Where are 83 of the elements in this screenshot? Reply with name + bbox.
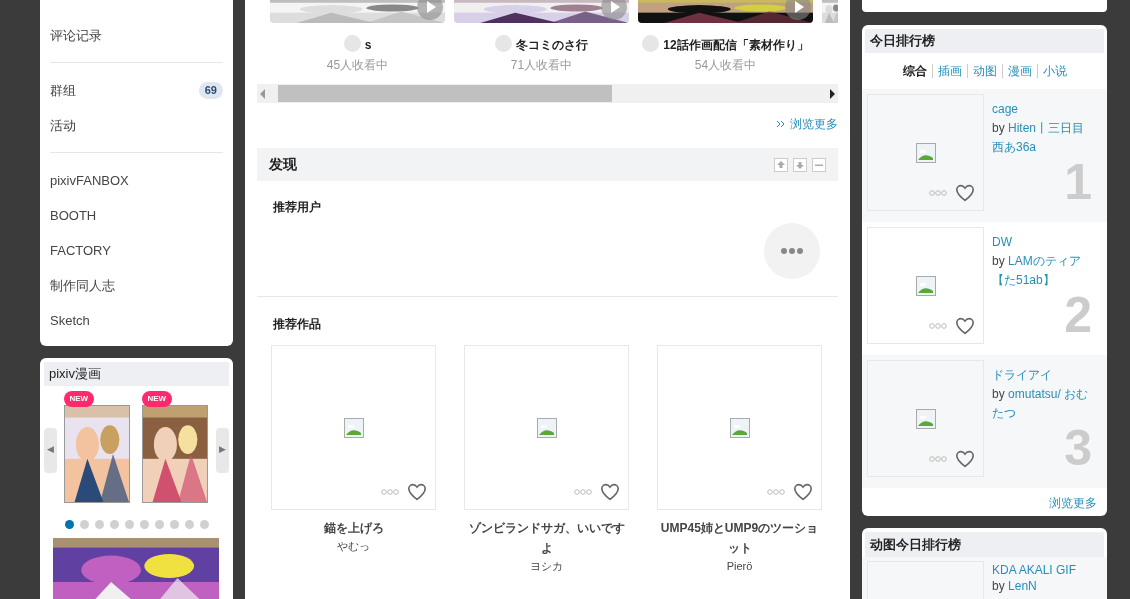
play-icon[interactable] — [785, 0, 811, 20]
broken-image-icon — [915, 142, 936, 163]
new-badge: NEW — [141, 391, 173, 407]
more-icon[interactable] — [929, 189, 947, 197]
sidebar-item[interactable]: FACTORY — [50, 233, 223, 268]
card-header: 动图今日排行榜 — [865, 532, 1104, 557]
ranking-title[interactable]: cage — [992, 100, 1092, 119]
ranking-tab[interactable]: 小说 — [1042, 62, 1067, 80]
more-icon[interactable] — [381, 488, 399, 496]
count-badge: 69 — [198, 82, 223, 99]
scroll-right-icon[interactable] — [830, 88, 835, 99]
heart-icon[interactable] — [793, 483, 813, 501]
author-line: by omutatsu/ おむたつ — [992, 386, 1090, 422]
stream-title[interactable]: s — [364, 35, 372, 55]
heart-icon[interactable] — [955, 450, 975, 468]
sidebar-item[interactable]: Sketch — [50, 303, 223, 338]
more-icon[interactable] — [574, 488, 592, 496]
ranking-tab[interactable]: 插画 — [937, 62, 962, 80]
card-header: pixiv漫画 — [44, 362, 229, 386]
thumbnail[interactable] — [867, 227, 984, 344]
prev-button[interactable]: ◀ — [44, 427, 57, 473]
more-link[interactable]: 浏览更多 — [776, 115, 838, 133]
ranking-title[interactable]: DW — [992, 233, 1092, 252]
ranking-tab[interactable]: 综合 — [902, 62, 927, 80]
double-chevron-icon — [776, 120, 786, 128]
thumbnail[interactable] — [271, 345, 436, 510]
more-icon[interactable] — [929, 322, 947, 330]
new-badge: NEW — [63, 391, 95, 407]
section-title: 发现 — [269, 155, 297, 174]
scroll-left-icon[interactable] — [260, 88, 265, 99]
thumbnail[interactable] — [867, 360, 984, 477]
sidebar-item[interactable]: BOOTH — [50, 198, 223, 233]
move-up-icon[interactable] — [774, 157, 788, 172]
ranking-title[interactable]: KDA AKALI GIF — [992, 562, 1077, 578]
ranking-tab[interactable]: 动图 — [972, 62, 997, 80]
more-icon[interactable] — [767, 488, 785, 496]
avatar — [343, 35, 361, 52]
broken-image-icon — [729, 417, 750, 438]
subsection-title: 推荐用户 — [273, 199, 322, 216]
sidebar-item[interactable]: 活动 — [50, 108, 223, 143]
work-author[interactable]: Pierö — [726, 558, 753, 574]
scrollbar[interactable] — [257, 84, 838, 103]
heart-icon[interactable] — [407, 483, 427, 501]
viewer-count: 54人收看中 — [694, 57, 757, 74]
next-button[interactable]: ▶ — [216, 427, 229, 473]
work-title[interactable]: UMP45姉とUMP9のツーショット — [657, 518, 822, 558]
viewer-count: 45人收看中 — [326, 57, 389, 74]
viewer-count: 71人收看中 — [510, 57, 573, 74]
work-author[interactable]: やむっ — [337, 538, 370, 554]
sidebar-item[interactable]: 评论记录 — [50, 18, 223, 53]
thumbnail[interactable] — [867, 94, 984, 211]
broken-image-icon — [536, 417, 557, 438]
avatar — [495, 35, 512, 52]
scroll-thumb[interactable] — [278, 85, 612, 102]
work-title[interactable]: 錨を上げろ — [323, 518, 384, 538]
card-header: 今日排行榜 — [865, 29, 1104, 53]
move-down-icon[interactable] — [793, 157, 807, 172]
more-link[interactable]: 浏览更多 — [1049, 494, 1097, 512]
more-button[interactable] — [764, 223, 820, 279]
ranking-title[interactable]: ドライアイ — [992, 366, 1092, 385]
thumbnail[interactable] — [464, 345, 629, 510]
avatar — [642, 35, 660, 52]
work-title[interactable]: ゾンビランドサガ、いいですよ — [464, 518, 629, 558]
author-line: by LenN — [992, 578, 1038, 594]
heart-icon[interactable] — [955, 317, 975, 335]
ranking-tab[interactable]: 漫画 — [1007, 62, 1032, 80]
broken-image-icon — [343, 417, 364, 438]
author-line: by LAMのティア【た51ab】 — [992, 253, 1082, 289]
sidebar-item[interactable]: 制作同人志 — [50, 268, 223, 303]
heart-icon[interactable] — [955, 184, 975, 202]
stream-title[interactable]: 12話作画配信「素材作り」 — [663, 35, 809, 55]
broken-image-icon — [915, 408, 936, 429]
work-author[interactable]: ヨシカ — [530, 558, 563, 574]
thumbnail[interactable] — [657, 345, 822, 510]
author-line: by Hiten丨三日目西あ36a — [992, 120, 1086, 156]
heart-icon[interactable] — [600, 483, 620, 501]
broken-image-icon — [915, 275, 936, 296]
stream-title[interactable]: 冬コミのさ行 — [516, 35, 588, 55]
sidebar-item[interactable]: 群组 69 — [50, 73, 223, 108]
subsection-title: 推荐作品 — [273, 316, 322, 333]
more-icon[interactable] — [929, 455, 947, 463]
collapse-icon[interactable] — [812, 157, 826, 172]
sidebar-item[interactable]: pixivFANBOX — [50, 163, 223, 198]
